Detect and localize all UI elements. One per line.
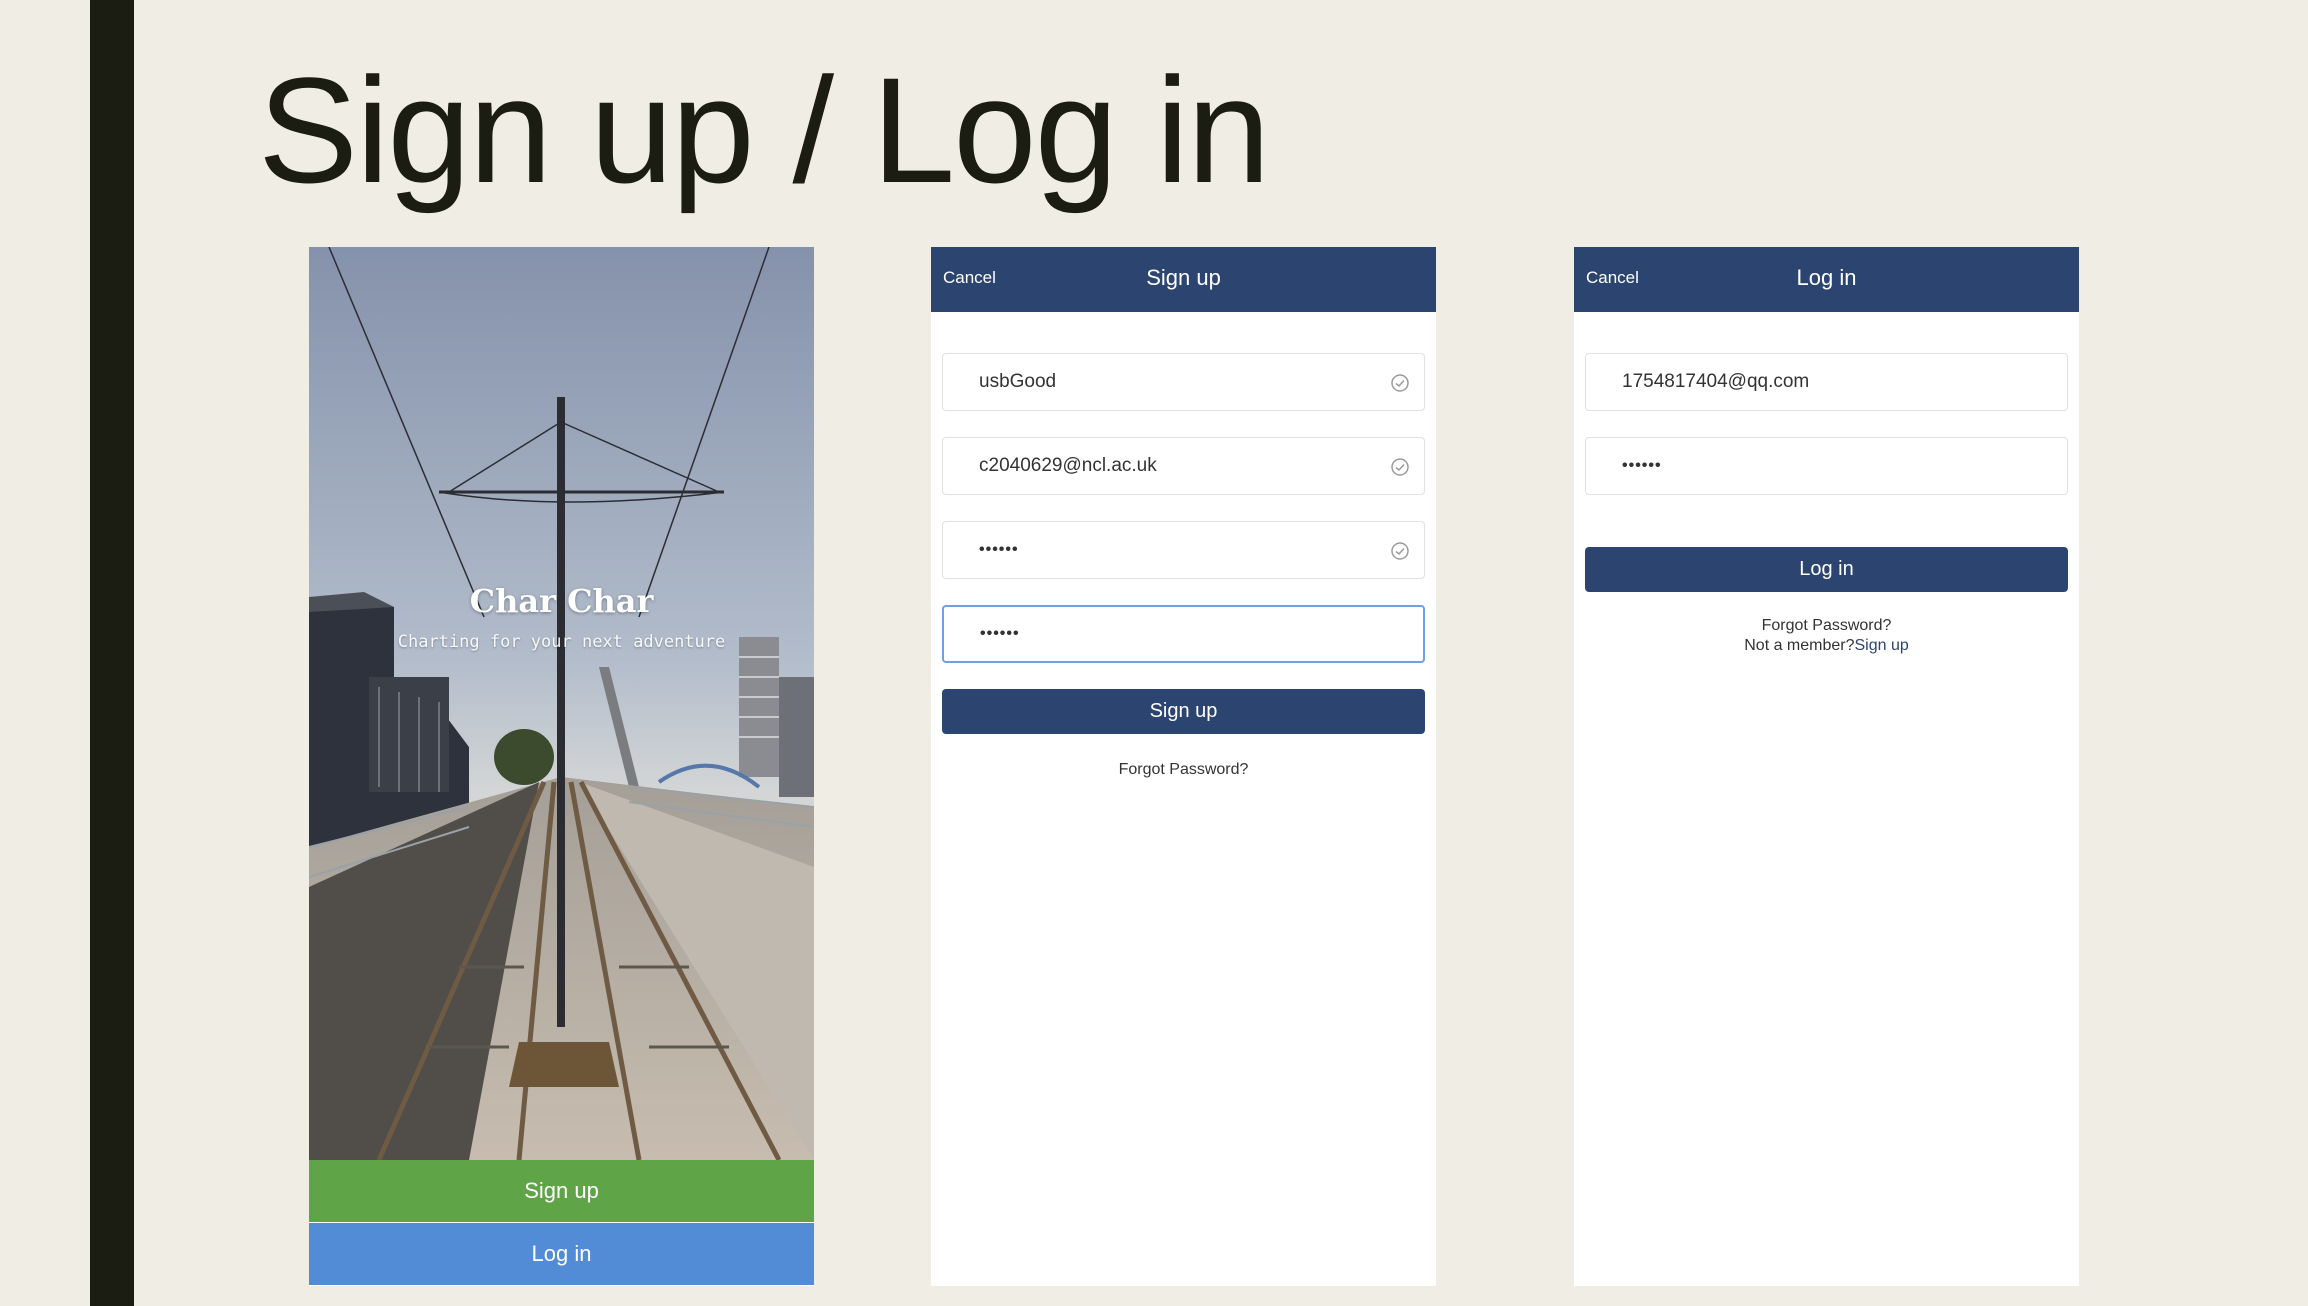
welcome-signup-button[interactable]: Sign up	[309, 1160, 814, 1222]
welcome-screen: Char Char Charting for your next adventu…	[309, 247, 814, 1286]
signup-submit-button[interactable]: Sign up	[942, 689, 1425, 734]
railway-photo	[309, 247, 814, 1160]
signup-screen: Cancel Sign up usbGood c2040629@ncl.ac.u…	[931, 247, 1436, 1286]
confirm-password-value: ••••••	[980, 625, 1020, 642]
password-value: ••••••	[979, 541, 1019, 558]
signup-nav-title: Sign up	[1146, 265, 1221, 290]
login-forgot-password-link[interactable]: Forgot Password?	[1574, 617, 2079, 635]
check-circle-icon	[1391, 542, 1409, 560]
left-accent-bar	[90, 0, 134, 1306]
login-screen: Cancel Log in 1754817404@qq.com •••••• L…	[1574, 247, 2079, 1286]
login-email-field[interactable]: 1754817404@qq.com	[1585, 353, 2068, 411]
login-submit-button[interactable]: Log in	[1585, 547, 2068, 592]
confirm-password-field[interactable]: ••••••	[942, 605, 1425, 663]
signup-forgot-password-link[interactable]: Forgot Password?	[931, 761, 1436, 779]
login-navbar: Cancel Log in	[1574, 247, 2079, 312]
slide-title: Sign up / Log in	[258, 46, 1270, 214]
email-field[interactable]: c2040629@ncl.ac.uk	[942, 437, 1425, 495]
password-field[interactable]: ••••••	[942, 521, 1425, 579]
app-tagline: Charting for your next adventure	[397, 632, 726, 652]
check-circle-icon	[1391, 374, 1409, 392]
login-signup-link[interactable]: Sign up	[1855, 637, 1909, 654]
check-circle-icon	[1391, 458, 1409, 476]
not-member-text: Not a member?	[1744, 637, 1855, 654]
signup-navbar: Cancel Sign up	[931, 247, 1436, 312]
welcome-login-button[interactable]: Log in	[309, 1223, 814, 1285]
login-cancel-button[interactable]: Cancel	[1586, 247, 1639, 309]
app-name: Char Char	[469, 582, 654, 620]
not-member-line: Not a member?Sign up	[1574, 637, 2079, 655]
signup-cancel-button[interactable]: Cancel	[943, 247, 996, 309]
login-nav-title: Log in	[1796, 265, 1857, 290]
username-value: usbGood	[979, 371, 1057, 392]
hero-photo	[309, 247, 814, 1160]
login-email-value: 1754817404@qq.com	[1622, 371, 1810, 392]
login-password-value: ••••••	[1622, 457, 1662, 474]
email-value: c2040629@ncl.ac.uk	[979, 455, 1157, 476]
username-field[interactable]: usbGood	[942, 353, 1425, 411]
login-password-field[interactable]: ••••••	[1585, 437, 2068, 495]
